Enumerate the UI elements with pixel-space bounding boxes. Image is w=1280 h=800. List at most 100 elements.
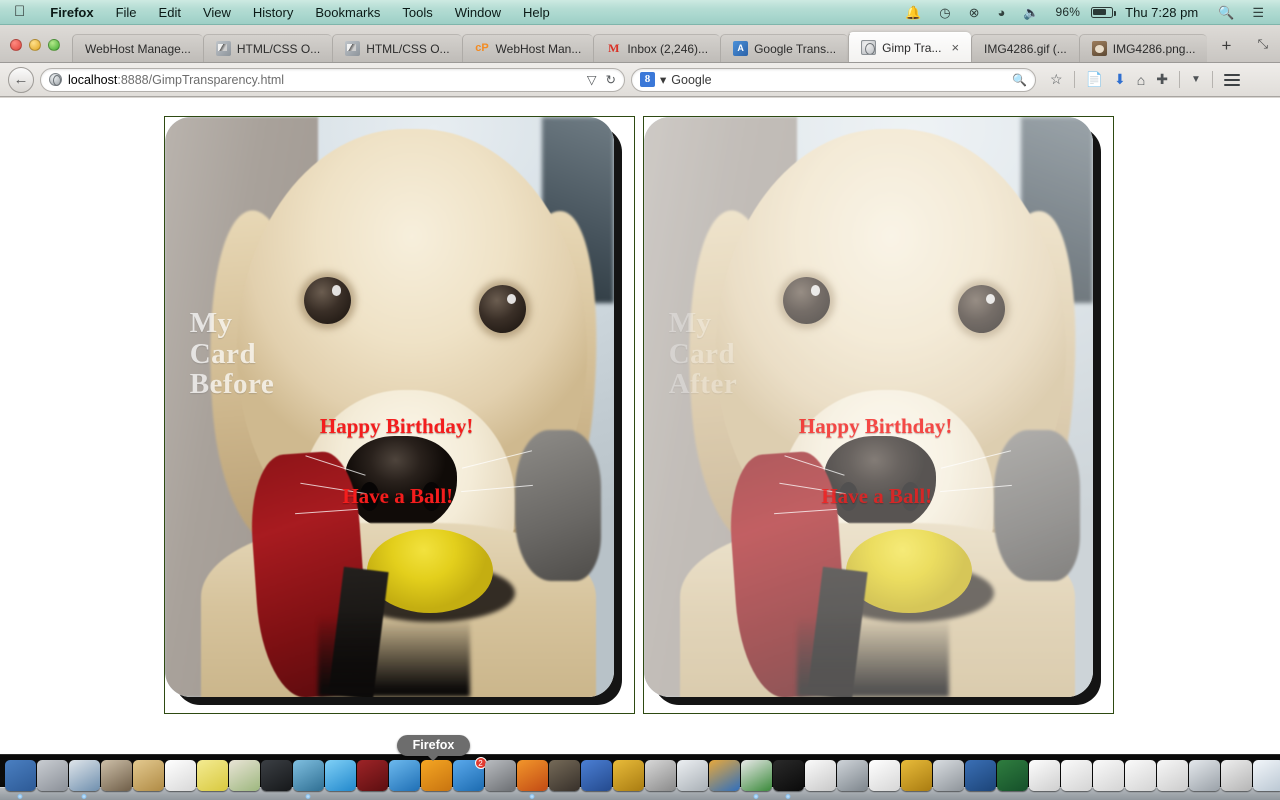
search-bar[interactable]: 8 ▾ Google 🔍	[631, 67, 1036, 92]
dock-item-image-viewer[interactable]	[836, 760, 868, 791]
bookmark-star-icon[interactable]: ☆	[1050, 71, 1063, 88]
dock-item-green-screen[interactable]	[996, 760, 1028, 791]
dock-item-window-doc-1[interactable]	[1252, 760, 1280, 791]
card-after-image[interactable]: My Card After Happy Birthday! Have a Bal…	[644, 117, 1093, 697]
dock-item-white-window[interactable]	[1028, 760, 1060, 791]
dock-item-address-book[interactable]	[356, 760, 388, 791]
dock-item-doc-4[interactable]	[1156, 760, 1188, 791]
time-machine-icon[interactable]: ◷	[931, 6, 958, 19]
dock-item-fetch[interactable]	[676, 760, 708, 791]
spotlight-search-icon[interactable]: 🔍	[1210, 6, 1242, 19]
dock-item-paintbrush[interactable]	[708, 760, 740, 791]
address-bar[interactable]: localhost:8888/GimpTransparency.html ▽ ↻	[40, 67, 625, 92]
dock-item-system-preferences[interactable]	[484, 760, 516, 791]
list-all-tabs-icon[interactable]: ⤡	[1258, 36, 1280, 62]
tab-google-translate[interactable]: Google Trans...	[720, 34, 849, 62]
menu-item-edit[interactable]: Edit	[148, 5, 192, 20]
dock-item-photo-booth[interactable]	[260, 760, 292, 791]
dock-item-stickies[interactable]	[196, 760, 228, 791]
menu-item-view[interactable]: View	[192, 5, 242, 20]
bell-icon[interactable]: 🔔	[897, 6, 929, 19]
menu-item-tools[interactable]: Tools	[391, 5, 443, 20]
dock-item-chrome[interactable]	[740, 760, 772, 799]
dock-item-safari[interactable]	[68, 760, 100, 799]
menu-item-history[interactable]: History	[242, 5, 304, 20]
dock-item-doc-3[interactable]	[1124, 760, 1156, 791]
menu-item-window[interactable]: Window	[444, 5, 512, 20]
menu-item-bookmarks[interactable]: Bookmarks	[304, 5, 391, 20]
dock-item-maps[interactable]	[228, 760, 260, 791]
addon-icon[interactable]: ✚	[1156, 71, 1168, 88]
search-engine-label: Google	[671, 72, 712, 87]
dock-item-gimp[interactable]	[548, 760, 580, 791]
home-icon[interactable]: ⌂	[1137, 72, 1145, 88]
tab-html-css-2[interactable]: HTML/CSS O...	[332, 34, 462, 62]
chevron-down-icon[interactable]: ▽	[587, 72, 597, 87]
volume-icon[interactable]: 🔈	[1015, 6, 1047, 19]
dock-item-launchpad[interactable]	[36, 760, 68, 791]
tab-gimp-transparency[interactable]: Gimp Tra... ×	[848, 32, 972, 62]
dock-item-coda[interactable]	[612, 760, 644, 791]
dock-item-finder[interactable]	[4, 760, 36, 799]
tab-label: Inbox (2,246)...	[627, 41, 709, 56]
dock-item-contacts[interactable]	[100, 760, 132, 791]
dock-item-screen-doc[interactable]	[1188, 760, 1220, 791]
dog-photo	[644, 117, 1093, 697]
notification-center-icon[interactable]: ☰	[1244, 6, 1272, 19]
menu-hamburger-icon[interactable]	[1223, 73, 1240, 86]
dock-running-indicator	[785, 794, 791, 799]
battery-icon[interactable]	[1091, 6, 1117, 18]
bluetooth-icon[interactable]: ⊗	[961, 6, 988, 19]
downloads-icon[interactable]: ⬇	[1114, 71, 1126, 88]
window-zoom-button[interactable]	[48, 39, 60, 51]
window-minimize-button[interactable]	[29, 39, 41, 51]
dock-item-terminal[interactable]	[772, 760, 804, 799]
dock-item-itunes[interactable]	[388, 760, 420, 791]
menu-item-help[interactable]: Help	[512, 5, 561, 20]
search-icon[interactable]: 🔍	[1012, 73, 1027, 87]
tab-img4286-png[interactable]: IMG4286.png...	[1078, 34, 1208, 62]
dock-item-firefox[interactable]	[516, 760, 548, 799]
card-before-image[interactable]: My Card Before Happy Birthday! Have a Ba…	[165, 117, 614, 697]
tab-strip: WebHost Manage... HTML/CSS O... HTML/CSS…	[0, 25, 1280, 63]
dock-item-scanner[interactable]	[932, 760, 964, 791]
card-before-label: My Card Before	[190, 308, 275, 399]
new-tab-button[interactable]: +	[1207, 37, 1245, 62]
dock-item-espresso[interactable]	[644, 760, 676, 791]
window-close-button[interactable]	[10, 39, 22, 51]
dock-item-calendar[interactable]	[164, 760, 196, 791]
dock-item-coda-2[interactable]	[900, 760, 932, 791]
reading-list-icon[interactable]: 📄	[1086, 71, 1103, 88]
dock-item-app-store[interactable]: 2	[452, 757, 487, 791]
dock-item-notes-folder[interactable]	[132, 760, 164, 791]
tab-inbox-gmail[interactable]: M Inbox (2,246)...	[593, 34, 721, 62]
dock-item-display-prefs[interactable]	[964, 760, 996, 791]
back-button[interactable]: ←	[8, 66, 34, 93]
reload-icon[interactable]: ↻	[606, 72, 616, 87]
tab-img4286-gif[interactable]: IMG4286.gif (...	[971, 34, 1079, 62]
menu-clock[interactable]: Thu 7:28 pm	[1115, 5, 1208, 20]
close-icon[interactable]: ×	[951, 41, 959, 54]
menu-item-firefox[interactable]: Firefox	[39, 5, 104, 20]
dock-item-grid-doc[interactable]	[1220, 760, 1252, 791]
tab-webhost-man[interactable]: cP WebHost Man...	[461, 34, 594, 62]
dock-item-doc-2[interactable]	[1092, 760, 1124, 791]
site-identity-globe-icon	[49, 73, 62, 86]
card-after-message-1: Happy Birthday!	[798, 413, 953, 438]
google-badge-icon: 8	[640, 72, 655, 87]
dock-item-text-editor[interactable]	[804, 760, 836, 791]
toolbar-overflow-chevron-icon[interactable]: ▼	[1191, 74, 1201, 85]
card-label-line-2: Card	[668, 337, 736, 370]
dock-item-photos[interactable]	[292, 760, 324, 799]
tab-webhost-manage[interactable]: WebHost Manage...	[72, 34, 203, 62]
search-engine-chevron-icon[interactable]: ▾	[660, 72, 666, 87]
dock-item-blank-document[interactable]	[868, 760, 900, 791]
dock-item-doc-1[interactable]	[1060, 760, 1092, 791]
menu-item-file[interactable]: File	[105, 5, 148, 20]
dock-item-messages[interactable]	[324, 760, 356, 791]
dock-item-xcode-tools[interactable]	[580, 760, 612, 791]
apple-logo-icon[interactable]: 	[12, 4, 39, 21]
dock-item-ibooks[interactable]	[420, 760, 452, 791]
tab-html-css-1[interactable]: HTML/CSS O...	[202, 34, 333, 62]
wifi-icon[interactable]: ◕	[989, 6, 1013, 19]
